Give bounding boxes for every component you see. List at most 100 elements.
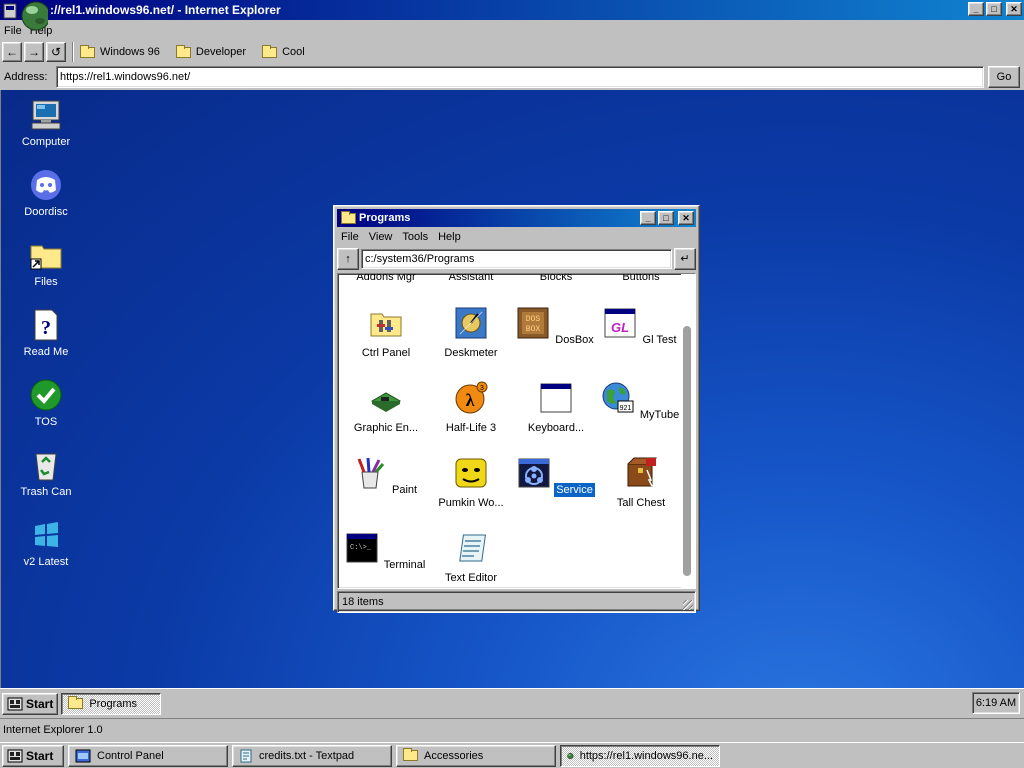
programs-title-bar[interactable]: Programs _ □ ✕ — [337, 209, 696, 227]
inner-start-button[interactable]: Start — [2, 692, 59, 715]
svg-text:BOX: BOX — [526, 325, 541, 334]
favorite-windows-96[interactable]: Windows 96 — [80, 44, 160, 58]
desktop-icon-doordisc[interactable]: Doordisc — [11, 168, 81, 218]
program-label: Keyboard... — [527, 422, 585, 434]
program-item[interactable]: Blocks — [514, 274, 598, 284]
desktop-icon-computer[interactable]: Computer — [11, 98, 81, 148]
program-label: Ctrl Panel — [361, 347, 411, 359]
program-label: Tall Chest — [616, 497, 666, 509]
program-label: Gl Test — [642, 334, 677, 346]
task-credits-textpad[interactable]: credits.txt - Textpad — [232, 744, 392, 767]
program-label: Assistant — [448, 273, 494, 283]
program-text-editor[interactable]: Text Editor — [429, 531, 513, 585]
address-label: Address: — [4, 71, 48, 83]
deskmeter-icon — [455, 307, 487, 339]
task-label: credits.txt - Textpad — [259, 749, 355, 762]
start-label: Start — [26, 696, 54, 711]
outer-start-button[interactable]: Start — [2, 744, 64, 767]
program-graphic-en[interactable]: Graphic En... — [344, 381, 428, 435]
task-control-panel[interactable]: Control Panel — [68, 744, 228, 767]
programs-window: Programs _ □ ✕ File View Tools Help ↑ c:… — [333, 205, 700, 613]
program-terminal[interactable]: C:\>_ Terminal — [344, 531, 428, 572]
svg-text:921: 921 — [619, 405, 631, 412]
maximize-button[interactable]: □ — [658, 211, 674, 225]
resize-grip-icon[interactable] — [683, 600, 693, 610]
task-accessories[interactable]: Accessories — [396, 744, 556, 767]
globe-icon: 921 — [602, 382, 634, 413]
control-panel-icon — [75, 749, 91, 762]
computer-icon — [29, 98, 63, 132]
desktop-icon-label: Read Me — [23, 346, 69, 358]
program-keyboard[interactable]: Keyboard... — [514, 381, 598, 435]
ie-status-bar: Internet Explorer 1.0 — [0, 718, 1024, 740]
programs-menu-bar: File View Tools Help — [337, 227, 696, 247]
desktop-icon-files[interactable]: Files — [11, 238, 81, 288]
ie-toolbar: ← → ↺ Windows 96 Developer Cool — [0, 40, 1024, 64]
folder-icon — [262, 44, 278, 58]
refresh-button[interactable]: ↺ — [46, 42, 66, 62]
path-go-button[interactable]: ↵ — [674, 248, 696, 270]
program-tall-chest[interactable]: Tall Chest — [599, 456, 683, 510]
minimize-button[interactable]: _ — [968, 2, 984, 16]
ie-title-bar[interactable]: ://rel1.windows96.net/ - Internet Explor… — [0, 0, 1024, 20]
address-bar: Address: https://rel1.windows96.net/ Go — [0, 64, 1024, 90]
program-deskmeter[interactable]: Deskmeter — [429, 306, 513, 360]
task-internet-explorer[interactable]: https://rel1.windows96.ne... — [560, 744, 720, 767]
scrollbar-thumb[interactable] — [683, 326, 691, 576]
program-label: Addons Mgr — [356, 273, 416, 283]
svg-text:?: ? — [41, 317, 51, 339]
menu-help[interactable]: Help — [438, 227, 461, 247]
forward-button[interactable]: → — [24, 42, 44, 62]
checkmark-icon — [29, 378, 63, 412]
desktop-icon-label: Doordisc — [24, 206, 68, 218]
start-logo-icon — [7, 749, 23, 762]
desktop-icon-tos[interactable]: TOS — [11, 378, 81, 428]
desktop-icon-v2-latest[interactable]: v2 Latest — [11, 518, 81, 568]
go-button[interactable]: Go — [988, 66, 1020, 88]
program-mytube[interactable]: 921 MyTube — [599, 381, 683, 422]
path-input[interactable]: c:/system36/Programs — [361, 249, 672, 269]
desktop[interactable]: Computer Doordisc Files ? Read Me TOS Tr… — [0, 90, 1024, 688]
desktop-icon-trash-can[interactable]: Trash Can — [11, 448, 81, 498]
menu-file[interactable]: File — [341, 227, 359, 247]
desktop-icon-read-me[interactable]: ? Read Me — [11, 308, 81, 358]
back-button[interactable]: ← — [2, 42, 22, 62]
program-label: Half-Life 3 — [445, 422, 497, 434]
program-service[interactable]: Service — [514, 456, 598, 498]
program-item[interactable]: Buttons — [599, 273, 683, 284]
program-label: Terminal — [383, 559, 426, 571]
program-gl-test[interactable]: GL Gl Test — [599, 306, 683, 347]
folder-icon — [68, 696, 84, 709]
favorite-developer[interactable]: Developer — [175, 44, 247, 58]
menu-view[interactable]: View — [369, 227, 393, 247]
text-editor-icon — [240, 749, 252, 762]
program-dosbox[interactable]: DOS BOX DosBox — [514, 306, 598, 347]
close-button[interactable]: ✕ — [678, 211, 694, 225]
program-label: Buttons — [622, 273, 660, 283]
svg-text:3: 3 — [480, 385, 484, 392]
outer-taskbar: Start Control Panel credits.txt - Textpa… — [0, 742, 1024, 768]
favorite-label: Developer — [195, 46, 247, 58]
minimize-button[interactable]: _ — [640, 211, 656, 225]
discord-icon — [29, 168, 63, 202]
program-item[interactable]: Assistant — [429, 273, 513, 284]
programs-file-view[interactable]: Addons Mgr Assistant Blocks Buttons Ctrl… — [337, 273, 696, 589]
menu-tools[interactable]: Tools — [402, 227, 428, 247]
program-item[interactable]: Addons Mgr — [344, 273, 428, 284]
address-input[interactable]: https://rel1.windows96.net/ — [56, 66, 984, 88]
up-folder-button[interactable]: ↑ — [337, 248, 359, 270]
task-label: Programs — [89, 697, 138, 710]
program-pumkin[interactable]: Pumkin Wo... — [429, 456, 513, 510]
program-half-life-3[interactable]: λ3 Half-Life 3 — [429, 381, 513, 435]
vertical-scrollbar[interactable] — [681, 274, 695, 588]
program-ctrl-panel[interactable]: Ctrl Panel — [344, 306, 428, 360]
programs-status-bar: 18 items — [337, 591, 696, 613]
program-label: Graphic En... — [353, 422, 419, 434]
graphics-card-icon — [370, 392, 402, 412]
program-paint[interactable]: Paint — [344, 456, 428, 497]
close-button[interactable]: ✕ — [1006, 2, 1022, 16]
maximize-button[interactable]: □ — [986, 2, 1002, 16]
favorite-cool[interactable]: Cool — [262, 44, 305, 58]
task-programs[interactable]: Programs — [61, 692, 162, 715]
program-label: Text Editor — [445, 572, 497, 584]
